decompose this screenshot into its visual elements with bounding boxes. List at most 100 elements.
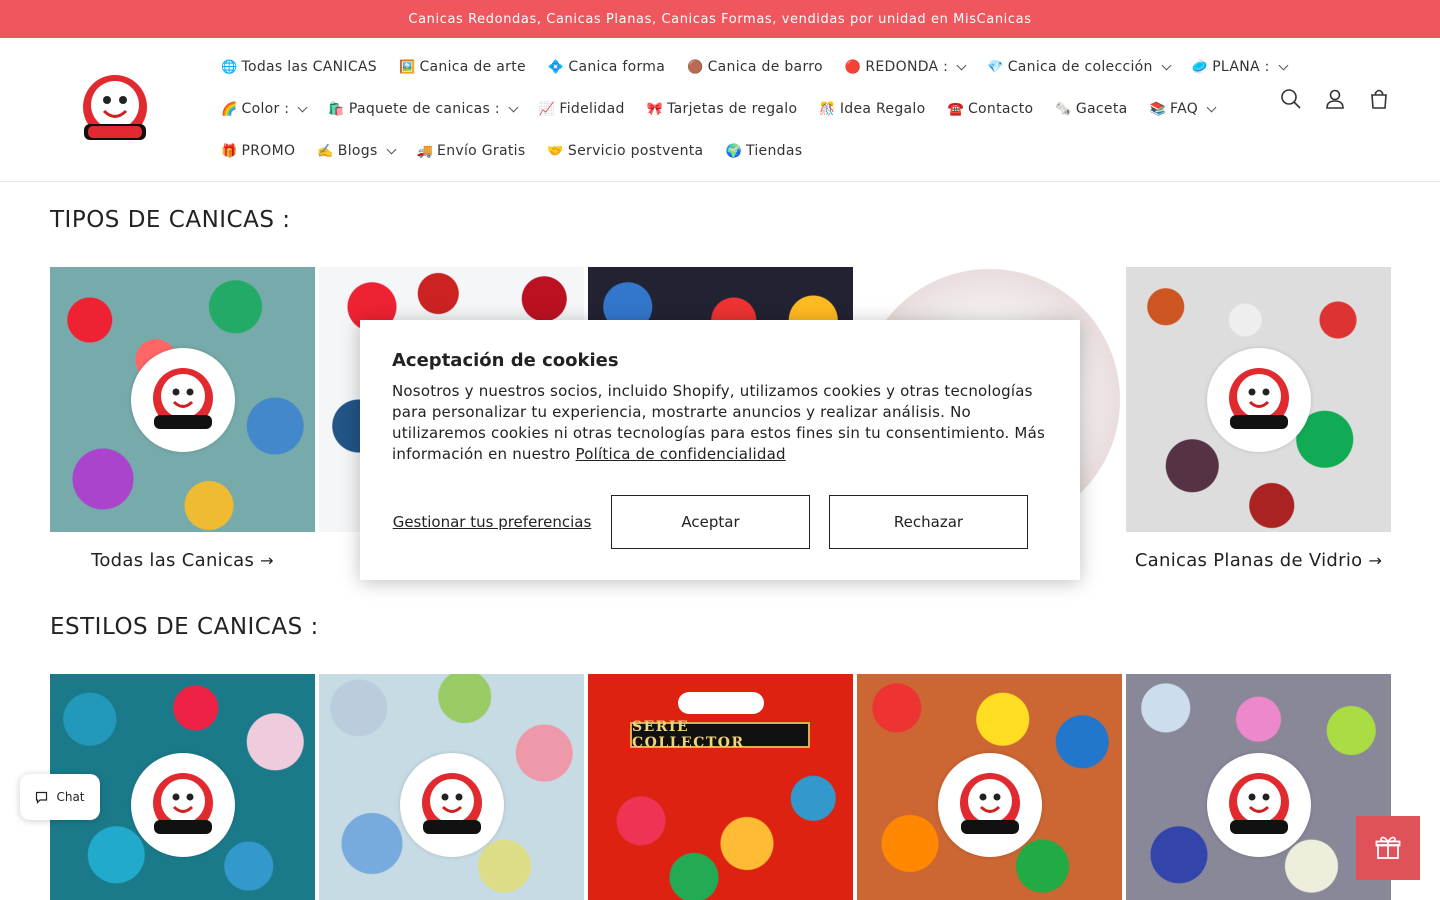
nav-item-canica-de-barro[interactable]: 🟤 Canica de barro [676,59,834,75]
chevron-down-icon [386,144,396,154]
mesbilles-badge-icon [130,347,235,452]
nav-item-envío-gratis[interactable]: 🚚 Envío Gratis [406,143,537,159]
nav-emoji-icon: 🌍 [725,143,742,159]
chevron-down-icon [956,60,967,70]
nav-emoji-icon: 🎁 [221,143,238,159]
nav-item-faq[interactable]: 📚 FAQ [1139,101,1227,117]
cart-icon[interactable] [1368,88,1390,110]
nav-emoji-icon: 💎 [987,59,1004,75]
nav-item-plana[interactable]: 🥏 PLANA : [1181,59,1298,75]
nav-item-label: Canica de colección [1007,59,1153,75]
gift-icon [1375,836,1401,859]
arrow-right-icon: → [1368,551,1383,570]
nav-item-label: Idea Regalo [839,101,926,117]
chevron-down-icon [297,102,308,112]
chat-button[interactable]: Chat [20,774,100,820]
nav-item-label: Contacto [967,101,1034,117]
nav-item-label: Envío Gratis [437,143,526,159]
card-caption[interactable]: Todas las Canicas → [50,550,315,571]
nav-item-label: Canica de arte [419,59,526,75]
nav-row-3: 🎁 PROMO ✍️ Blogs 🚚 Envío Gratis 🤝 Servicio post… [210,130,1230,172]
cookie-body: Nosotros y nuestros socios, incluido Sho… [392,382,1045,463]
nav-item-label: FAQ [1170,101,1199,117]
style-card-2[interactable] [319,674,584,900]
card-image [1126,674,1391,900]
search-icon[interactable] [1280,88,1302,110]
arrow-right-icon: → [260,551,274,570]
main-navigation: 🌐 Todas las CANICAS 🖼️ Canica de arte 💠 Canic… [210,46,1289,172]
mesbilles-badge-icon [1206,347,1311,452]
nav-item-paquete-de-canicas[interactable]: 🛍️ Paquete de canicas : [317,101,528,117]
nav-item-label: Color : [241,101,290,117]
nav-item-canica-forma[interactable]: 💠 Canica forma [537,59,676,75]
chevron-down-icon [508,102,519,112]
nav-emoji-icon: 💠 [547,59,565,75]
card-canicas-planas[interactable]: Canicas Planas de Vidrio → [1126,267,1391,571]
cookie-actions: Gestionar tus preferencias Aceptar Recha… [392,495,1028,549]
nav-item-label: PLANA : [1212,59,1270,75]
card-image [857,674,1122,900]
rewards-launcher-button[interactable] [1356,816,1420,880]
mesbilles-badge-icon [937,753,1042,857]
nav-item-gaceta[interactable]: 🗞️ Gaceta [1044,101,1138,117]
nav-item-redonda[interactable]: 🔴 REDONDA : [834,59,976,75]
nav-item-tiendas[interactable]: 🌍 Tiendas [714,143,813,159]
card-image [319,674,584,900]
accept-button[interactable]: Aceptar [611,495,810,549]
nav-item-servicio-postventa[interactable]: 🤝 Servicio postventa [536,143,714,159]
style-card-5[interactable] [1126,674,1391,900]
account-icon[interactable] [1324,88,1346,110]
nav-item-label: Canica de barro [707,59,823,75]
nav-item-color[interactable]: 🌈 Color : [210,101,317,117]
nav-item-label: Paquete de canicas : [348,101,500,117]
nav-emoji-icon: 📚 [1149,101,1166,117]
privacy-policy-link[interactable]: Política de confidencialidad [576,445,786,463]
chat-bubble-icon [36,791,48,804]
nav-item-canica-de-colección[interactable]: 💎 Canica de colección [976,59,1180,75]
header-icons [1280,88,1390,110]
nav-item-fidelidad[interactable]: 📈 Fidelidad [528,101,636,117]
card-caption[interactable]: Canicas Planas de Vidrio → [1126,550,1391,571]
nav-item-idea-regalo[interactable]: 🎊 Idea Regalo [808,101,936,117]
nav-item-blogs[interactable]: ✍️ Blogs [306,143,405,159]
site-header: 🌐 Todas las CANICAS 🖼️ Canica de arte 💠 Canic… [0,38,1440,182]
section-title-styles: ESTILOS DE CANICAS : [50,614,319,640]
cookie-consent-dialog: Aceptación de cookies Nosotros y nuestro… [360,320,1080,580]
cookie-title: Aceptación de cookies [392,350,619,371]
card-todas-las-canicas[interactable]: Todas las Canicas → [50,267,315,571]
announcement-text: Canicas Redondas, Canicas Planas, Canica… [408,11,1032,27]
nav-emoji-icon: 🌐 [221,59,238,75]
nav-item-label: PROMO [241,143,296,159]
chevron-down-icon [1161,60,1172,70]
manage-preferences-button[interactable]: Gestionar tus preferencias [392,513,592,532]
nav-item-label: REDONDA : [865,59,949,75]
nav-emoji-icon: 🗞️ [1055,101,1072,117]
mesbilles-badge-icon [399,753,504,857]
nav-emoji-icon: 🚚 [416,143,434,159]
nav-item-label: Tiendas [745,143,803,159]
nav-item-label: Tarjetas de regalo [667,101,798,117]
card-image [1126,267,1391,532]
nav-row-2: 🌈 Color : 🛍️ Paquete de canicas : 📈 Fidelidad… [210,88,1230,130]
nav-item-contacto[interactable]: ☎️ Contacto [936,101,1044,117]
nav-row-1: 🌐 Todas las CANICAS 🖼️ Canica de arte 💠 Canic… [210,46,1289,88]
reject-button[interactable]: Rechazar [829,495,1028,549]
chevron-down-icon [1206,102,1217,112]
site-logo[interactable] [80,74,150,144]
section-title-types: TIPOS DE CANICAS : [50,207,291,233]
nav-emoji-icon: 🟤 [687,59,704,75]
nav-item-canica-de-arte[interactable]: 🖼️ Canica de arte [388,59,537,75]
nav-item-todas-las-canicas[interactable]: 🌐 Todas las CANICAS [210,59,388,75]
nav-emoji-icon: 🖼️ [398,59,416,75]
nav-item-label: Servicio postventa [567,143,704,159]
nav-item-label: Blogs [337,143,378,159]
nav-emoji-icon: ☎️ [947,101,964,117]
style-card-collector[interactable]: SERIE COLLECTOR [588,674,853,900]
style-card-4[interactable] [857,674,1122,900]
nav-item-label: Gaceta [1075,101,1128,117]
package-hanger [678,692,764,714]
nav-item-promo[interactable]: 🎁 PROMO [210,143,306,159]
card-image [50,267,315,532]
nav-item-tarjetas-de-regalo[interactable]: 🎀 Tarjetas de regalo [636,101,809,117]
nav-emoji-icon: 🛍️ [328,101,345,117]
